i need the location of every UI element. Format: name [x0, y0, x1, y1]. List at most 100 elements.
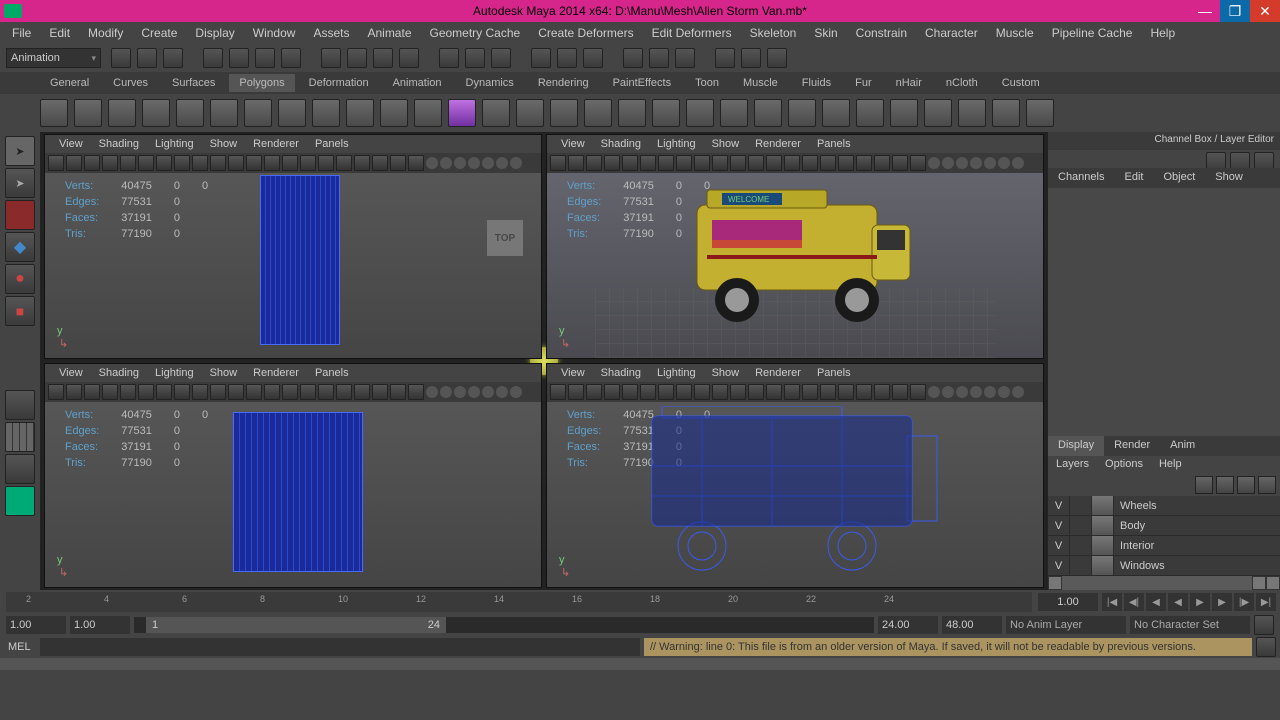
current-frame[interactable]: 1.00: [1038, 593, 1098, 611]
shelf-button[interactable]: [788, 99, 816, 127]
vp-toolbar-icon[interactable]: [856, 384, 872, 400]
vp-menu-lighting[interactable]: Lighting: [651, 367, 702, 379]
vp-menu-show[interactable]: Show: [204, 138, 244, 150]
vp-toolbar-icon[interactable]: [336, 155, 352, 171]
scroll-left[interactable]: [1048, 576, 1062, 590]
vp-toolbar-icon[interactable]: [246, 155, 262, 171]
vp-toolbar-icon[interactable]: [802, 384, 818, 400]
vp-toolbar-icon[interactable]: [336, 384, 352, 400]
vp-menu-lighting[interactable]: Lighting: [149, 367, 200, 379]
vp-toolbar-icon[interactable]: [928, 386, 940, 398]
vp-toolbar-icon[interactable]: [156, 155, 172, 171]
vp-menu-lighting[interactable]: Lighting: [149, 138, 200, 150]
vp-toolbar-icon[interactable]: [120, 384, 136, 400]
vp-menu-show[interactable]: Show: [706, 367, 746, 379]
vp-toolbar-icon[interactable]: [440, 386, 452, 398]
vp-toolbar-icon[interactable]: [998, 157, 1010, 169]
vp-toolbar-icon[interactable]: [66, 155, 82, 171]
viewport-persp[interactable]: ViewShadingLightingShowRendererPanels Ve…: [546, 134, 1044, 359]
menu-edit-deformers[interactable]: Edit Deformers: [644, 23, 740, 43]
vp-toolbar-icon[interactable]: [694, 155, 710, 171]
shelf-button[interactable]: [516, 99, 544, 127]
mel-label[interactable]: MEL: [0, 641, 40, 653]
shelf-button[interactable]: [108, 99, 136, 127]
menu-edit[interactable]: Edit: [41, 23, 78, 43]
shelf-button[interactable]: [346, 99, 374, 127]
vp-toolbar-icon[interactable]: [426, 386, 438, 398]
range-bar[interactable]: 124: [134, 617, 874, 633]
status-icon[interactable]: [439, 48, 459, 68]
vp-toolbar-icon[interactable]: [586, 155, 602, 171]
shelf-button[interactable]: [652, 99, 680, 127]
shelf-tab-ncloth[interactable]: nCloth: [936, 74, 988, 92]
go-end-button[interactable]: ▶|: [1256, 593, 1276, 611]
vp-toolbar-icon[interactable]: [892, 155, 908, 171]
status-icon[interactable]: [137, 48, 157, 68]
vp-toolbar-icon[interactable]: [694, 384, 710, 400]
layer-tab-anim[interactable]: Anim: [1160, 436, 1205, 456]
vp-toolbar-icon[interactable]: [568, 155, 584, 171]
vp-menu-renderer[interactable]: Renderer: [749, 367, 807, 379]
vp-menu-renderer[interactable]: Renderer: [247, 367, 305, 379]
vp-menu-shading[interactable]: Shading: [595, 367, 647, 379]
vp-toolbar-icon[interactable]: [210, 384, 226, 400]
status-icon[interactable]: [465, 48, 485, 68]
vp-toolbar-icon[interactable]: [970, 157, 982, 169]
status-icon[interactable]: [373, 48, 393, 68]
play-button[interactable]: ▶: [1190, 593, 1210, 611]
vp-toolbar-icon[interactable]: [874, 155, 890, 171]
channel-tab-edit[interactable]: Edit: [1114, 168, 1153, 188]
vp-menu-panels[interactable]: Panels: [309, 138, 355, 150]
vp-toolbar-icon[interactable]: [482, 157, 494, 169]
shelf-tab-curves[interactable]: Curves: [103, 74, 158, 92]
shelf-button[interactable]: [856, 99, 884, 127]
four-pane-button[interactable]: [5, 422, 35, 452]
vp-toolbar-icon[interactable]: [468, 386, 480, 398]
shelf-tab-nhair[interactable]: nHair: [886, 74, 932, 92]
shelf-button[interactable]: [958, 99, 986, 127]
shelf-button[interactable]: [686, 99, 714, 127]
shelf-tab-muscle[interactable]: Muscle: [733, 74, 788, 92]
vp-menu-renderer[interactable]: Renderer: [749, 138, 807, 150]
play-end[interactable]: 24.00: [878, 616, 938, 634]
vp-toolbar-icon[interactable]: [658, 384, 674, 400]
vp-menu-view[interactable]: View: [53, 138, 89, 150]
vp-toolbar-icon[interactable]: [784, 155, 800, 171]
vp-toolbar-icon[interactable]: [942, 157, 954, 169]
menu-create[interactable]: Create: [133, 23, 185, 43]
channel-tab-show[interactable]: Show: [1205, 168, 1253, 188]
vp-toolbar-icon[interactable]: [48, 384, 64, 400]
char-set-combo[interactable]: No Character Set: [1130, 616, 1250, 634]
vp-toolbar-icon[interactable]: [482, 386, 494, 398]
single-pane-button[interactable]: [5, 390, 35, 420]
vp-toolbar-icon[interactable]: [84, 384, 100, 400]
vp-menu-shading[interactable]: Shading: [93, 367, 145, 379]
shelf-button[interactable]: [754, 99, 782, 127]
menu-modify[interactable]: Modify: [80, 23, 131, 43]
vp-toolbar-icon[interactable]: [604, 384, 620, 400]
vp-toolbar-icon[interactable]: [454, 386, 466, 398]
vp-toolbar-icon[interactable]: [138, 384, 154, 400]
anim-end[interactable]: 48.00: [942, 616, 1002, 634]
vp-menu-renderer[interactable]: Renderer: [247, 138, 305, 150]
autokey-icon[interactable]: [1254, 615, 1274, 635]
vp-toolbar-icon[interactable]: [264, 384, 280, 400]
status-icon[interactable]: [111, 48, 131, 68]
vp-toolbar-icon[interactable]: [228, 384, 244, 400]
vp-toolbar-icon[interactable]: [354, 155, 370, 171]
shelf-button[interactable]: [312, 99, 340, 127]
vp-toolbar-icon[interactable]: [550, 155, 566, 171]
status-icon[interactable]: [399, 48, 419, 68]
go-start-button[interactable]: |◀: [1102, 593, 1122, 611]
vp-toolbar-icon[interactable]: [264, 155, 280, 171]
vp-toolbar-icon[interactable]: [156, 384, 172, 400]
vp-toolbar-icon[interactable]: [282, 384, 298, 400]
status-icon[interactable]: [715, 48, 735, 68]
vp-menu-show[interactable]: Show: [204, 367, 244, 379]
command-input[interactable]: [40, 638, 640, 656]
shelf-tab-dynamics[interactable]: Dynamics: [456, 74, 524, 92]
play-start[interactable]: 1.00: [70, 616, 130, 634]
vp-toolbar-icon[interactable]: [928, 157, 940, 169]
select-tool[interactable]: ➤: [5, 136, 35, 166]
shelf-tab-custom[interactable]: Custom: [992, 74, 1050, 92]
